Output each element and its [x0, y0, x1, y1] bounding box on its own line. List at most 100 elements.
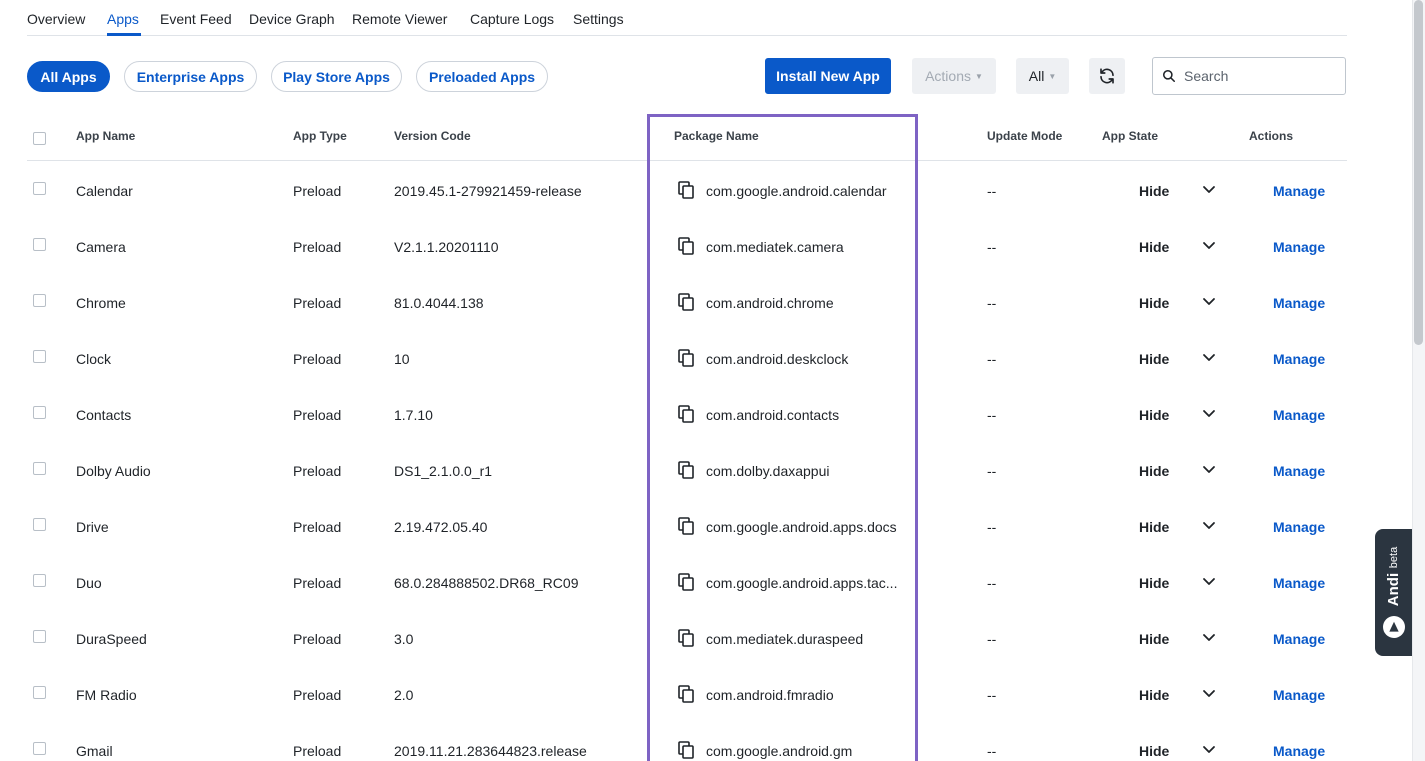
copy-icon[interactable]: [678, 405, 694, 423]
manage-link[interactable]: Manage: [1273, 407, 1325, 423]
manage-link[interactable]: Manage: [1273, 743, 1325, 759]
header-actions: Actions: [1249, 129, 1294, 143]
app-type: Preload: [293, 743, 342, 759]
copy-icon[interactable]: [678, 461, 694, 479]
chevron-down-icon[interactable]: [1202, 463, 1216, 477]
row-checkbox[interactable]: [33, 238, 46, 251]
tab-settings[interactable]: Settings: [573, 11, 624, 27]
row-checkbox[interactable]: [33, 350, 46, 363]
actions-dropdown[interactable]: Actions ▼: [912, 58, 996, 94]
chevron-down-icon[interactable]: [1202, 351, 1216, 365]
table-row: Clock Preload 10 com.android.deskclock -- Hid…: [27, 330, 1347, 386]
install-new-app-button[interactable]: Install New App: [765, 58, 891, 94]
row-checkbox[interactable]: [33, 462, 46, 475]
header-app-state[interactable]: App State: [1102, 129, 1158, 143]
state-filter-dropdown[interactable]: All ▼: [1016, 58, 1069, 94]
version-code: 2019.11.21.283644823.release: [394, 743, 587, 759]
manage-link[interactable]: Manage: [1273, 239, 1325, 255]
tab-apps[interactable]: Apps: [107, 11, 139, 27]
tab-overview[interactable]: Overview: [27, 11, 85, 27]
row-checkbox[interactable]: [33, 182, 46, 195]
tab-remote-viewer[interactable]: Remote Viewer: [352, 11, 447, 27]
row-checkbox[interactable]: [33, 574, 46, 587]
copy-icon[interactable]: [678, 293, 694, 311]
chevron-down-icon[interactable]: [1202, 631, 1216, 645]
copy-icon[interactable]: [678, 237, 694, 255]
app-state-value: Hide: [1139, 295, 1170, 311]
refresh-button[interactable]: [1089, 58, 1125, 94]
table-row: FM Radio Preload 2.0 com.android.fmradio -- H…: [27, 666, 1347, 722]
chevron-down-icon[interactable]: [1202, 743, 1216, 757]
caret-down-icon: ▼: [975, 71, 983, 81]
table-row: Camera Preload V2.1.1.20201110 com.mediatek…: [27, 218, 1347, 274]
header-app-type[interactable]: App Type: [293, 129, 347, 143]
state-filter-label: All: [1028, 68, 1045, 84]
table-row: Calendar Preload 2019.45.1-279921459-relea…: [27, 162, 1347, 218]
tab-device-graph[interactable]: Device Graph: [249, 11, 335, 27]
copy-icon[interactable]: [678, 349, 694, 367]
chevron-down-icon[interactable]: [1202, 407, 1216, 421]
filter-all-apps[interactable]: All Apps: [27, 61, 110, 92]
chevron-down-icon[interactable]: [1202, 239, 1216, 253]
filter-preloaded-apps[interactable]: Preloaded Apps: [416, 61, 548, 92]
app-state-value: Hide: [1139, 575, 1170, 591]
search-input[interactable]: [1184, 68, 1334, 84]
update-mode: --: [987, 519, 997, 535]
copy-icon[interactable]: [678, 629, 694, 647]
chevron-down-icon[interactable]: [1202, 575, 1216, 589]
manage-link[interactable]: Manage: [1273, 631, 1325, 647]
tab-event-feed[interactable]: Event Feed: [160, 11, 232, 27]
filter-enterprise-apps[interactable]: Enterprise Apps: [124, 61, 257, 92]
manage-link[interactable]: Manage: [1273, 575, 1325, 591]
row-checkbox[interactable]: [33, 742, 46, 755]
scrollbar-thumb[interactable]: [1414, 0, 1423, 345]
manage-link[interactable]: Manage: [1273, 519, 1325, 535]
update-mode: --: [987, 743, 997, 759]
row-checkbox[interactable]: [33, 630, 46, 643]
row-checkbox[interactable]: [33, 406, 46, 419]
app-name: DuraSpeed: [76, 631, 147, 647]
filter-play-store-apps[interactable]: Play Store Apps: [271, 61, 402, 92]
row-checkbox[interactable]: [33, 294, 46, 307]
tab-capture-logs[interactable]: Capture Logs: [470, 11, 554, 27]
app-type: Preload: [293, 239, 342, 255]
table-row: Duo Preload 68.0.284888502.DR68_RC09 com.go…: [27, 554, 1347, 610]
update-mode: --: [987, 575, 997, 591]
chevron-down-icon[interactable]: [1202, 295, 1216, 309]
header-update-mode[interactable]: Update Mode: [987, 129, 1062, 143]
manage-link[interactable]: Manage: [1273, 295, 1325, 311]
actions-label: Actions: [925, 68, 971, 84]
chevron-down-icon[interactable]: [1202, 183, 1216, 197]
select-all-checkbox[interactable]: [33, 132, 46, 145]
package-name: com.android.fmradio: [706, 687, 834, 703]
app-state-value: Hide: [1139, 351, 1170, 367]
chevron-down-icon[interactable]: [1202, 519, 1216, 533]
copy-icon[interactable]: [678, 573, 694, 591]
update-mode: --: [987, 295, 997, 311]
copy-icon[interactable]: [678, 517, 694, 535]
header-app-name[interactable]: App Name: [76, 129, 135, 143]
row-checkbox[interactable]: [33, 518, 46, 531]
manage-link[interactable]: Manage: [1273, 183, 1325, 199]
app-type: Preload: [293, 631, 342, 647]
row-checkbox[interactable]: [33, 686, 46, 699]
search-box[interactable]: [1152, 57, 1346, 95]
app-type: Preload: [293, 295, 342, 311]
manage-link[interactable]: Manage: [1273, 351, 1325, 367]
andi-assistant-tab[interactable]: Andi beta: [1375, 529, 1412, 656]
package-name: com.google.android.calendar: [706, 183, 887, 199]
app-state-value: Hide: [1139, 687, 1170, 703]
header-package-name[interactable]: Package Name: [674, 129, 759, 143]
manage-link[interactable]: Manage: [1273, 687, 1325, 703]
copy-icon[interactable]: [678, 181, 694, 199]
version-code: 2.19.472.05.40: [394, 519, 488, 535]
chevron-down-icon[interactable]: [1202, 687, 1216, 701]
header-version-code[interactable]: Version Code: [394, 129, 471, 143]
package-name: com.mediatek.camera: [706, 239, 844, 255]
copy-icon[interactable]: [678, 685, 694, 703]
app-type: Preload: [293, 407, 342, 423]
copy-icon[interactable]: [678, 741, 694, 759]
package-name: com.android.contacts: [706, 407, 840, 423]
andi-name: Andi: [1384, 572, 1402, 607]
manage-link[interactable]: Manage: [1273, 463, 1325, 479]
